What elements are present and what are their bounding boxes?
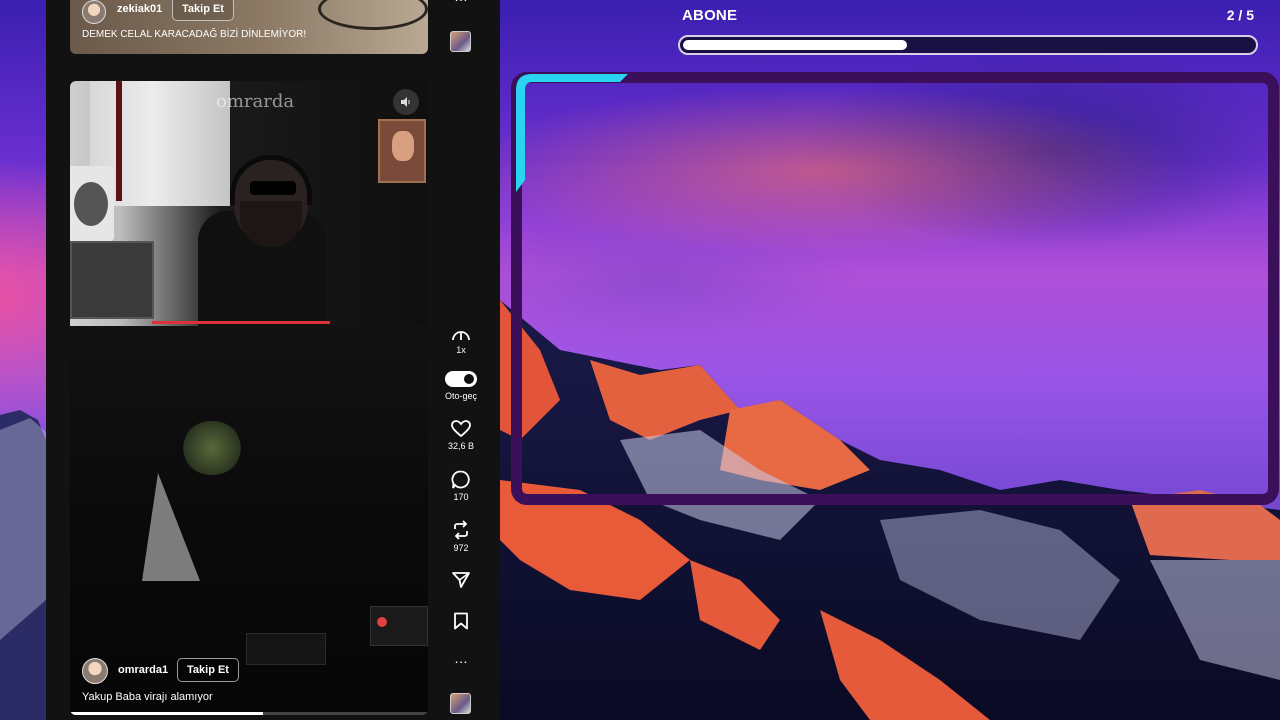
desk-device xyxy=(246,633,326,665)
more-options-button[interactable]: … xyxy=(438,0,484,4)
share-button[interactable] xyxy=(438,571,484,592)
previous-post-card[interactable]: zekiak01 Takip Et DEMEK CELAL KARACADAĞ … xyxy=(70,0,428,54)
video-progress-fill xyxy=(70,712,264,715)
speaker-icon xyxy=(401,97,410,107)
creator-avatar[interactable] xyxy=(450,693,471,714)
bookmark-icon xyxy=(454,612,468,630)
monitor xyxy=(70,241,154,319)
goal-count: 2 / 5 xyxy=(1226,7,1254,23)
toggle-switch[interactable] xyxy=(445,371,477,387)
more-options-button[interactable]: … xyxy=(438,650,484,666)
headset xyxy=(230,155,312,205)
goal-title: ABONE xyxy=(682,7,738,24)
curtain-detail xyxy=(116,81,122,201)
post-username[interactable]: zekiak01 xyxy=(117,3,162,15)
video-player[interactable]: omrarda omrarda1 Takip Et Yakup Baba vir… xyxy=(70,81,428,715)
video-watermark: omrarda xyxy=(216,91,295,112)
video-username[interactable]: omrarda1 xyxy=(118,664,168,676)
video-frame-upper xyxy=(70,81,428,326)
bookmark-button[interactable] xyxy=(438,612,484,633)
plant xyxy=(182,421,242,475)
send-icon xyxy=(452,572,470,588)
wall-portrait xyxy=(378,119,426,183)
desk-lamp xyxy=(142,473,200,581)
goal-progress-bar xyxy=(678,35,1258,55)
speed-label: 1x xyxy=(456,345,466,355)
repost-count: 972 xyxy=(453,543,469,553)
goal-progress-fill xyxy=(683,40,908,50)
camera-frame xyxy=(511,72,1279,505)
like-count: 32,6 B xyxy=(447,441,475,451)
follow-button[interactable]: Takip Et xyxy=(172,0,234,21)
comment-icon xyxy=(451,470,470,489)
autoplay-toggle[interactable]: Oto-geç xyxy=(438,371,484,401)
video-feed-panel: zekiak01 Takip Et DEMEK CELAL KARACADAĞ … xyxy=(46,0,500,720)
avatar[interactable] xyxy=(82,0,106,24)
heart-icon xyxy=(451,420,471,438)
avatar[interactable] xyxy=(82,658,108,684)
post-thumbnail-detail xyxy=(318,0,428,30)
follow-button[interactable]: Takip Et xyxy=(177,658,239,682)
desk-controller xyxy=(370,606,428,646)
wall-fan xyxy=(70,166,114,241)
comment-count: 170 xyxy=(453,492,469,502)
video-progress-bar[interactable] xyxy=(70,712,428,715)
creator-avatar[interactable] xyxy=(450,31,471,52)
video-caption: Yakup Baba virajı alamıyor xyxy=(82,691,213,703)
sound-button[interactable] xyxy=(393,89,419,115)
repost-button[interactable]: 972 xyxy=(438,520,484,553)
comment-button[interactable]: 170 xyxy=(438,470,484,502)
playback-speed-button[interactable]: 1x xyxy=(438,326,484,355)
post-caption: DEMEK CELAL KARACADAĞ BİZİ DİNLEMİYOR! xyxy=(82,29,307,40)
autoplay-label: Oto-geç xyxy=(444,391,477,401)
repost-icon xyxy=(454,520,468,540)
speedometer-icon xyxy=(452,331,470,341)
like-button[interactable]: 32,6 B xyxy=(438,420,484,451)
live-indicator-line xyxy=(152,321,330,324)
